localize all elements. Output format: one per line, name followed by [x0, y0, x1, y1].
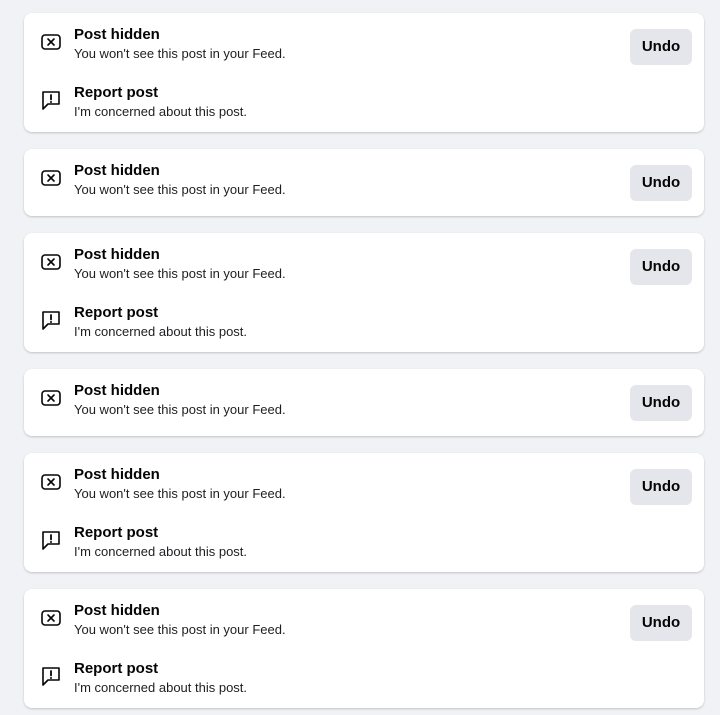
report-flag-icon: [40, 665, 62, 687]
hidden-post-card: Post hidden You won't see this post in y…: [24, 13, 704, 132]
report-post-title: Report post: [74, 524, 159, 541]
report-post-title: Report post: [74, 660, 159, 677]
report-flag-icon: [40, 89, 62, 111]
close-box-icon: [40, 607, 62, 629]
report-post-row[interactable]: Report post I'm concerned about this pos…: [24, 523, 704, 563]
close-box-icon: [40, 387, 62, 409]
post-hidden-title: Post hidden: [74, 246, 160, 263]
close-box-icon: [40, 471, 62, 493]
close-box-icon: [40, 31, 62, 53]
undo-button[interactable]: Undo: [630, 29, 692, 65]
close-box-icon: [40, 167, 62, 189]
report-post-title: Report post: [74, 304, 159, 321]
report-post-row[interactable]: Report post I'm concerned about this pos…: [24, 303, 704, 343]
post-hidden-title: Post hidden: [74, 602, 160, 619]
report-post-title: Report post: [74, 84, 159, 101]
report-post-subtitle: I'm concerned about this post.: [74, 544, 248, 559]
post-hidden-row: Post hidden You won't see this post in y…: [24, 381, 704, 421]
close-box-icon: [40, 251, 62, 273]
report-post-row[interactable]: Report post I'm concerned about this pos…: [24, 83, 704, 123]
hidden-post-card: Post hidden You won't see this post in y…: [24, 453, 704, 572]
undo-button[interactable]: Undo: [630, 165, 692, 201]
post-hidden-subtitle: You won't see this post in your Feed.: [74, 182, 286, 197]
post-hidden-row: Post hidden You won't see this post in y…: [24, 601, 704, 641]
post-hidden-row: Post hidden You won't see this post in y…: [24, 161, 704, 201]
post-hidden-title: Post hidden: [74, 466, 160, 483]
report-post-subtitle: I'm concerned about this post.: [74, 680, 248, 695]
post-hidden-subtitle: You won't see this post in your Feed.: [74, 402, 286, 417]
post-hidden-subtitle: You won't see this post in your Feed.: [74, 622, 286, 637]
post-hidden-title: Post hidden: [74, 382, 160, 399]
hidden-post-card: Post hidden You won't see this post in y…: [24, 233, 704, 352]
post-hidden-row: Post hidden You won't see this post in y…: [24, 245, 704, 285]
report-flag-icon: [40, 529, 62, 551]
report-post-subtitle: I'm concerned about this post.: [74, 324, 248, 339]
report-post-subtitle: I'm concerned about this post.: [74, 104, 248, 119]
undo-button[interactable]: Undo: [630, 249, 692, 285]
post-hidden-subtitle: You won't see this post in your Feed.: [74, 266, 286, 281]
post-hidden-subtitle: You won't see this post in your Feed.: [74, 486, 286, 501]
undo-button[interactable]: Undo: [630, 385, 692, 421]
undo-button[interactable]: Undo: [630, 605, 692, 641]
post-hidden-subtitle: You won't see this post in your Feed.: [74, 46, 286, 61]
undo-button[interactable]: Undo: [630, 469, 692, 505]
post-hidden-row: Post hidden You won't see this post in y…: [24, 25, 704, 65]
hidden-post-card: Post hidden You won't see this post in y…: [24, 149, 704, 216]
post-hidden-row: Post hidden You won't see this post in y…: [24, 465, 704, 505]
post-hidden-title: Post hidden: [74, 162, 160, 179]
hidden-post-card: Post hidden You won't see this post in y…: [24, 369, 704, 436]
post-hidden-title: Post hidden: [74, 26, 160, 43]
report-post-row[interactable]: Report post I'm concerned about this pos…: [24, 659, 704, 699]
hidden-post-card: Post hidden You won't see this post in y…: [24, 589, 704, 708]
report-flag-icon: [40, 309, 62, 331]
